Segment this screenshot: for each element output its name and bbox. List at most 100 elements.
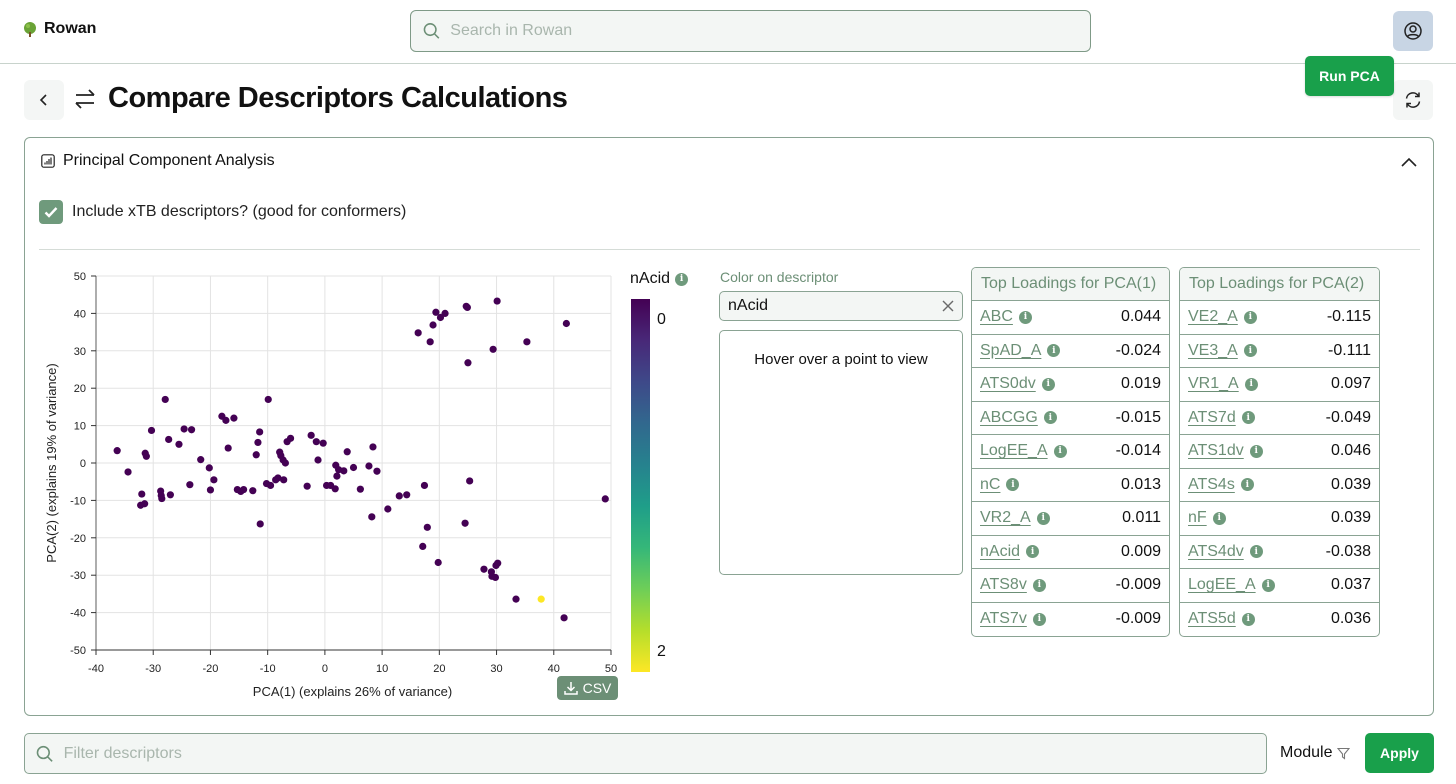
filter-descriptors-input[interactable] xyxy=(63,744,1266,763)
data-point[interactable] xyxy=(331,485,339,493)
info-icon[interactable]: i xyxy=(1041,377,1055,391)
data-point[interactable] xyxy=(266,481,275,490)
data-point[interactable] xyxy=(141,500,149,508)
data-point[interactable] xyxy=(314,456,322,464)
descriptor-link[interactable]: nF xyxy=(1188,509,1207,527)
data-point[interactable] xyxy=(419,542,427,551)
data-point[interactable] xyxy=(113,447,121,455)
data-point[interactable] xyxy=(560,614,568,622)
data-point[interactable] xyxy=(601,495,609,503)
data-point[interactable] xyxy=(180,425,188,433)
descriptor-link[interactable]: ATS8v xyxy=(980,576,1027,594)
module-filter[interactable]: Module xyxy=(1280,744,1351,762)
descriptor-link[interactable]: VE2_A xyxy=(1188,308,1238,326)
data-point[interactable] xyxy=(161,395,169,404)
descriptor-link[interactable]: LogEE_A xyxy=(980,442,1048,460)
data-point[interactable] xyxy=(343,448,351,456)
descriptor-link[interactable]: ATS4s xyxy=(1188,476,1235,494)
data-point[interactable] xyxy=(303,482,311,490)
data-point[interactable] xyxy=(264,395,272,404)
data-point[interactable] xyxy=(373,467,381,475)
info-icon[interactable]: i xyxy=(1047,344,1061,358)
data-point[interactable] xyxy=(480,565,488,573)
data-point[interactable] xyxy=(403,491,411,499)
data-point[interactable] xyxy=(493,297,501,305)
data-point[interactable] xyxy=(466,477,474,485)
info-icon[interactable]: i xyxy=(675,272,689,286)
data-point[interactable] xyxy=(426,338,434,346)
data-point[interactable] xyxy=(256,428,264,436)
data-point[interactable] xyxy=(461,519,469,527)
info-icon[interactable]: i xyxy=(1249,545,1263,559)
filter-descriptors[interactable] xyxy=(24,733,1267,774)
data-point[interactable] xyxy=(158,494,166,503)
descriptor-link[interactable]: ATS0dv xyxy=(980,375,1036,393)
data-point[interactable] xyxy=(165,435,173,444)
info-icon[interactable]: i xyxy=(1018,310,1032,324)
data-point[interactable] xyxy=(224,444,232,452)
data-point[interactable] xyxy=(434,558,442,567)
descriptor-link[interactable]: ABCGG xyxy=(980,409,1038,427)
data-point[interactable] xyxy=(340,467,348,475)
data-point[interactable] xyxy=(286,434,295,442)
data-point[interactable] xyxy=(249,487,257,495)
data-point[interactable] xyxy=(187,426,196,434)
descriptor-link[interactable]: LogEE_A xyxy=(1188,576,1256,594)
data-point[interactable] xyxy=(281,459,290,467)
data-point[interactable] xyxy=(319,439,327,447)
data-point[interactable] xyxy=(369,443,377,451)
info-icon[interactable]: i xyxy=(1026,545,1040,559)
data-point[interactable] xyxy=(147,426,156,435)
info-icon[interactable]: i xyxy=(1032,612,1046,626)
data-point[interactable] xyxy=(206,486,215,494)
data-point[interactable] xyxy=(349,463,358,472)
data-point[interactable] xyxy=(205,464,213,472)
info-icon[interactable]: i xyxy=(1043,411,1057,425)
data-point[interactable] xyxy=(166,491,174,499)
data-point[interactable] xyxy=(523,338,531,346)
info-icon[interactable]: i xyxy=(1240,478,1254,492)
data-point[interactable] xyxy=(384,505,392,513)
data-point[interactable] xyxy=(280,476,288,484)
data-point[interactable] xyxy=(491,573,500,582)
info-icon[interactable]: i xyxy=(1243,310,1257,324)
info-icon[interactable]: i xyxy=(1241,612,1255,626)
info-icon[interactable]: i xyxy=(1212,511,1226,525)
info-icon[interactable]: i xyxy=(1261,578,1275,592)
info-icon[interactable]: i xyxy=(1036,511,1050,525)
descriptor-link[interactable]: VR2_A xyxy=(980,509,1031,527)
info-icon[interactable]: i xyxy=(1241,411,1255,425)
clear-icon[interactable] xyxy=(942,300,954,312)
data-point[interactable] xyxy=(463,303,471,312)
data-point[interactable] xyxy=(312,438,320,446)
descriptor-link[interactable]: ATS7d xyxy=(1188,409,1236,427)
data-point[interactable] xyxy=(138,490,146,498)
data-point[interactable] xyxy=(356,485,364,493)
descriptor-link[interactable]: nAcid xyxy=(980,543,1020,561)
info-icon[interactable]: i xyxy=(1006,478,1020,492)
descriptor-link[interactable]: SpAD_A xyxy=(980,342,1041,360)
data-point[interactable] xyxy=(222,416,230,424)
data-point[interactable] xyxy=(240,485,248,494)
data-point[interactable] xyxy=(464,359,472,367)
info-icon[interactable]: i xyxy=(1243,344,1257,358)
data-point[interactable] xyxy=(512,595,520,603)
data-point[interactable] xyxy=(423,523,431,531)
data-point[interactable] xyxy=(395,492,403,500)
info-icon[interactable]: i xyxy=(1244,377,1258,391)
data-point[interactable] xyxy=(365,462,373,470)
data-point[interactable] xyxy=(230,414,238,422)
data-point[interactable] xyxy=(256,520,264,528)
info-icon[interactable]: i xyxy=(1249,444,1263,458)
data-point[interactable] xyxy=(252,451,260,459)
descriptor-link[interactable]: VE3_A xyxy=(1188,342,1238,360)
data-point[interactable] xyxy=(414,329,422,337)
data-point[interactable] xyxy=(210,476,218,484)
descriptor-link[interactable]: ABC xyxy=(980,308,1013,326)
data-point[interactable] xyxy=(254,438,262,447)
color-descriptor-input[interactable]: nAcid xyxy=(719,291,963,321)
data-point[interactable] xyxy=(420,481,429,490)
descriptor-link[interactable]: ATS7v xyxy=(980,610,1027,628)
descriptor-link[interactable]: VR1_A xyxy=(1188,375,1239,393)
data-point[interactable] xyxy=(307,431,315,439)
